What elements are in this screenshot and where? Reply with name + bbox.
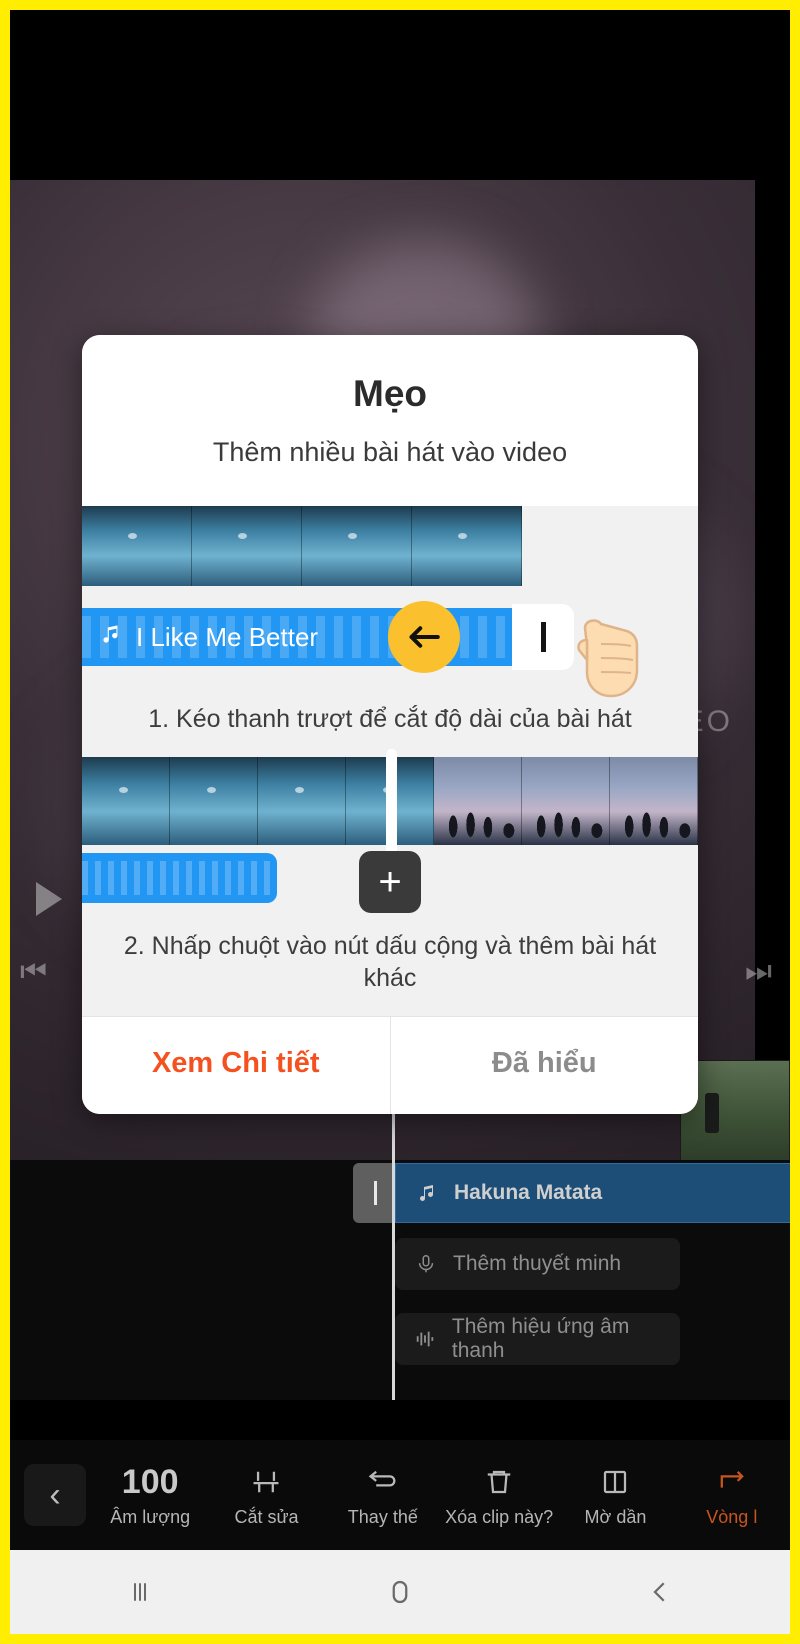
dialog-actions: Xem Chi tiết Đã hiểu bbox=[82, 1015, 699, 1114]
music-track-title: I Like Me Better bbox=[136, 621, 319, 652]
tool-fade[interactable]: Mờ dần bbox=[557, 1462, 673, 1528]
clip-toolbar: ‹ 100 Âm lượng Cắt sửa Thay thế Xóa clip… bbox=[10, 1440, 790, 1550]
replace-icon bbox=[366, 1462, 400, 1502]
tool-label: Âm lượng bbox=[110, 1507, 191, 1527]
tool-delete-clip[interactable]: Xóa clip này? bbox=[441, 1462, 557, 1528]
dialog-header: Mẹo Thêm nhiều bài hát vào video bbox=[82, 335, 698, 494]
tool-trim[interactable]: Cắt sửa bbox=[208, 1462, 324, 1528]
microphone-icon bbox=[409, 1253, 443, 1275]
toolbar-back-button[interactable]: ‹ bbox=[24, 1464, 86, 1526]
track-row-add-sound-effect[interactable]: Thêm hiệu ứng âm thanh bbox=[395, 1313, 680, 1365]
film-frame bbox=[192, 506, 302, 586]
film-frame bbox=[434, 757, 522, 846]
step2-playhead bbox=[386, 749, 397, 856]
track-label: Thêm thuyết minh bbox=[453, 1252, 622, 1275]
music-note-icon bbox=[98, 621, 124, 654]
track-label: Thêm hiệu ứng âm thanh bbox=[451, 1315, 630, 1362]
recents-icon[interactable] bbox=[80, 1577, 200, 1607]
volume-100-icon: 100 bbox=[121, 1462, 179, 1501]
home-icon[interactable] bbox=[340, 1577, 460, 1607]
track-trim-handle[interactable] bbox=[353, 1163, 397, 1223]
film-frame bbox=[82, 506, 192, 586]
tool-replace[interactable]: Thay thế bbox=[325, 1462, 441, 1528]
sound-wave-icon bbox=[409, 1328, 442, 1350]
track-row-hakuna-matata[interactable]: Hakuna Matata bbox=[395, 1163, 790, 1223]
film-frame bbox=[522, 757, 610, 846]
tool-label: Xóa clip này? bbox=[445, 1507, 554, 1527]
tool-label: Thay thế bbox=[347, 1507, 418, 1527]
skip-previous-icon[interactable]: ⏮ bbox=[20, 955, 47, 989]
film-frame bbox=[258, 757, 346, 846]
tool-volume[interactable]: 100 Âm lượng bbox=[92, 1462, 208, 1528]
tool-label: Mờ dần bbox=[584, 1507, 647, 1527]
film-frame bbox=[412, 506, 522, 586]
dialog-subtitle: Thêm nhiều bài hát vào video bbox=[212, 437, 568, 467]
tip-dialog: Mẹo Thêm nhiều bài hát vào video I Like … bbox=[82, 335, 698, 1114]
step2-audio-clip bbox=[82, 853, 277, 904]
phone-screen: DEO ⏮ ⏭ Hakuna Matata Thêm thuyết minh bbox=[10, 10, 790, 1634]
step1-music-row: I Like Me Better bbox=[82, 601, 698, 698]
tool-label: Cắt sửa bbox=[234, 1507, 299, 1527]
trim-icon bbox=[249, 1462, 283, 1502]
skip-next-icon[interactable]: ⏭ bbox=[745, 955, 772, 989]
tool-loop[interactable]: Vòng l bbox=[674, 1462, 790, 1528]
got-it-button[interactable]: Đã hiểu bbox=[391, 1017, 699, 1114]
trim-drag-handle[interactable] bbox=[512, 604, 574, 670]
tool-label: Vòng l bbox=[706, 1507, 758, 1527]
loop-on-icon bbox=[715, 1462, 749, 1502]
dialog-body: I Like Me Better 1. Kéo thanh trượt để c… bbox=[82, 506, 698, 1016]
fade-icon bbox=[600, 1462, 630, 1502]
trash-icon bbox=[484, 1462, 514, 1502]
step2-illustration: + 2. Nhấp chuột vào nút dấu cộng và thêm… bbox=[82, 749, 698, 1002]
music-clip-label-group: I Like Me Better bbox=[98, 621, 318, 654]
step1-film-strip bbox=[82, 506, 522, 586]
arrow-left-icon bbox=[388, 601, 460, 673]
music-note-icon bbox=[410, 1181, 444, 1205]
track-row-add-voiceover[interactable]: Thêm thuyết minh bbox=[395, 1238, 680, 1290]
android-navigation-bar bbox=[10, 1550, 790, 1634]
add-music-plus-button[interactable]: + bbox=[359, 851, 421, 914]
back-icon[interactable] bbox=[600, 1577, 720, 1607]
pointing-hand-cursor bbox=[567, 600, 677, 710]
film-frame bbox=[170, 757, 258, 846]
film-frame bbox=[610, 757, 698, 846]
track-label: Hakuna Matata bbox=[454, 1181, 603, 1204]
dialog-title: Mẹo bbox=[353, 373, 427, 414]
view-details-button[interactable]: Xem Chi tiết bbox=[82, 1017, 390, 1114]
play-icon[interactable] bbox=[36, 882, 62, 916]
film-frame bbox=[82, 757, 170, 846]
film-frame bbox=[302, 506, 412, 586]
